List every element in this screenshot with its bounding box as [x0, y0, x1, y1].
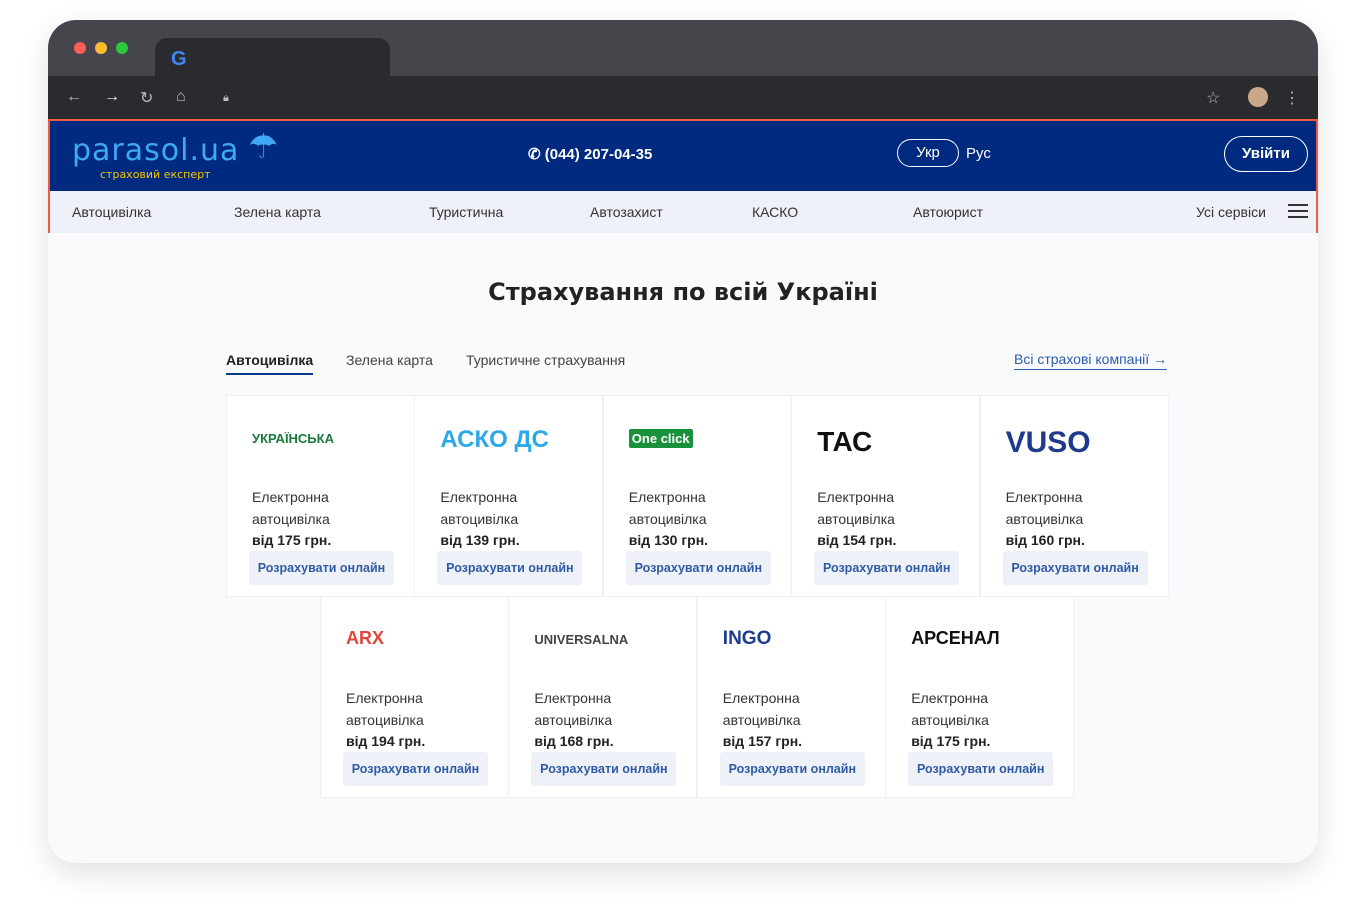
- insurer-card: One click Електронна автоцивілка від 130…: [602, 395, 792, 597]
- browser-toolbar: ← → ↻ ⌂ 🔒︎ ☆ ⋮: [48, 76, 1318, 120]
- nav-item[interactable]: Туристична: [429, 204, 503, 220]
- site-header: parasol.ua страховий експерт ☂ ✆ (044) 20…: [48, 119, 1318, 233]
- price: від 175 грн.: [911, 733, 991, 749]
- logo[interactable]: parasol.ua страховий експерт: [72, 133, 239, 181]
- insurer-logo: ТАС: [817, 426, 873, 457]
- menu-icon[interactable]: [1288, 204, 1308, 218]
- product-line: Електронна: [440, 489, 518, 505]
- product-line: автоцивілка: [534, 712, 613, 728]
- product-line: автоцивілка: [722, 712, 801, 728]
- calculate-online-button[interactable]: Розрахувати онлайн: [1002, 551, 1148, 585]
- calculate-online-button[interactable]: Розрахувати онлайн: [531, 752, 677, 786]
- product-line: автоцивілка: [628, 511, 707, 527]
- page-title: Страхування по всій Україні: [488, 278, 878, 306]
- lang-ukr-button[interactable]: Укр: [897, 139, 959, 167]
- product-line: автоцивілка: [346, 712, 424, 728]
- insurer-card: АРСЕНАЛ Електронна автоцивілка від 175 г…: [885, 596, 1075, 798]
- price: від 160 грн.: [1005, 532, 1085, 548]
- calculate-online-button[interactable]: Розрахувати онлайн: [814, 551, 960, 585]
- insurer-card: INGO Електронна автоцивілка від 157 грн.…: [696, 596, 886, 798]
- product-line: Електронна: [346, 690, 423, 706]
- lang-rus-button[interactable]: Рус: [966, 145, 991, 162]
- home-icon[interactable]: ⌂: [176, 88, 186, 106]
- nav-item[interactable]: КАСКО: [752, 204, 798, 220]
- nav-item[interactable]: Автоюрист: [913, 204, 983, 220]
- product-line: Електронна: [722, 690, 800, 706]
- nav-item[interactable]: Автоцивілка: [72, 204, 151, 220]
- tab-autocivilka[interactable]: Автоцивілка: [226, 352, 314, 375]
- login-button[interactable]: Увійти: [1224, 136, 1308, 172]
- product-line: автоцивілка: [911, 712, 989, 728]
- insurer-logo: АСКО ДС: [440, 426, 549, 453]
- tab-bar: G: [48, 20, 1318, 76]
- star-icon[interactable]: ☆: [1206, 88, 1220, 108]
- close-window-button[interactable]: [74, 42, 86, 54]
- insurer-logo: One click: [628, 396, 791, 486]
- insurer-card: VUSO Електронна автоцивілка від 160 грн.…: [979, 395, 1169, 597]
- price: від 157 грн.: [722, 733, 803, 749]
- insurer-card: ARX Електронна автоцивілка від 194 грн. …: [320, 596, 509, 798]
- reload-icon[interactable]: ↻: [140, 88, 153, 108]
- back-icon[interactable]: ←: [66, 88, 82, 106]
- price: від 139 грн.: [440, 532, 520, 548]
- tab-travel[interactable]: Туристичне страхування: [466, 352, 625, 368]
- price: від 194 грн.: [346, 733, 426, 749]
- insurer-card: UNIVERSALNA Електронна автоцивілка від 1…: [508, 596, 698, 798]
- main-nav: Автоцивілка Зелена карта Туристична Авто…: [50, 191, 1316, 233]
- product-line: Електронна: [628, 489, 706, 505]
- arrow-right-icon: →: [1153, 351, 1168, 367]
- price: від 130 грн.: [628, 532, 709, 548]
- product-line: Електронна: [252, 489, 329, 505]
- maximize-window-button[interactable]: [116, 42, 128, 54]
- product-line: автоцивілка: [252, 511, 330, 527]
- insurer-logo: UNIVERSALNA: [534, 632, 629, 647]
- product-line: Електронна: [911, 690, 988, 706]
- lock-icon: 🔒︎: [223, 92, 229, 104]
- tab-green-card[interactable]: Зелена карта: [346, 352, 433, 368]
- minimize-window-button[interactable]: [95, 42, 107, 54]
- browser-tab[interactable]: G: [155, 38, 390, 76]
- insurer-card: ТАС Електронна автоцивілка від 154 грн. …: [791, 395, 981, 597]
- phone-link[interactable]: ✆ (044) 207-04-35: [528, 145, 652, 163]
- price: від 175 грн.: [252, 532, 332, 548]
- insurer-logo: АРСЕНАЛ: [911, 628, 1000, 648]
- calculate-online-button[interactable]: Розрахувати онлайн: [249, 551, 394, 585]
- insurer-logo: INGO: [722, 628, 772, 649]
- more-icon[interactable]: ⋮: [1284, 88, 1300, 108]
- insurer-card: АСКО ДС Електронна автоцивілка від 139 г…: [414, 395, 604, 597]
- product-line: автоцивілка: [817, 511, 895, 527]
- umbrella-icon: ☂: [248, 128, 279, 166]
- product-line: Електронна: [1005, 489, 1083, 505]
- phone-icon: ✆: [528, 146, 545, 163]
- nav-item[interactable]: Зелена карта: [234, 204, 321, 220]
- all-companies-link[interactable]: Всі страхові компанії →: [1014, 351, 1168, 370]
- forward-icon[interactable]: →: [104, 88, 120, 106]
- calculate-online-button[interactable]: Розрахувати онлайн: [719, 752, 865, 786]
- avatar[interactable]: [1248, 87, 1268, 107]
- nav-item[interactable]: Автозахист: [590, 204, 663, 220]
- calculate-online-button[interactable]: Розрахувати онлайн: [437, 551, 583, 585]
- calculate-online-button[interactable]: Розрахувати онлайн: [343, 752, 488, 786]
- insurer-logo: VUSO: [1005, 426, 1091, 459]
- product-line: Електронна: [817, 489, 894, 505]
- insurer-logo: ARX: [346, 628, 385, 648]
- calculate-online-button[interactable]: Розрахувати онлайн: [908, 752, 1054, 786]
- product-line: автоцивілка: [440, 511, 519, 527]
- product-line: Електронна: [534, 690, 612, 706]
- insurer-logo: УКРАЇНСЬКА: [252, 431, 334, 446]
- insurer-card: УКРАЇНСЬКА Електронна автоцивілка від 17…: [226, 395, 415, 597]
- product-line: автоцивілка: [1005, 511, 1084, 527]
- nav-all-services[interactable]: Усі сервіси: [1196, 204, 1266, 220]
- price: від 154 грн.: [817, 532, 897, 548]
- calculate-online-button[interactable]: Розрахувати онлайн: [625, 551, 771, 585]
- google-icon: G: [171, 48, 187, 70]
- price: від 168 грн.: [534, 733, 614, 749]
